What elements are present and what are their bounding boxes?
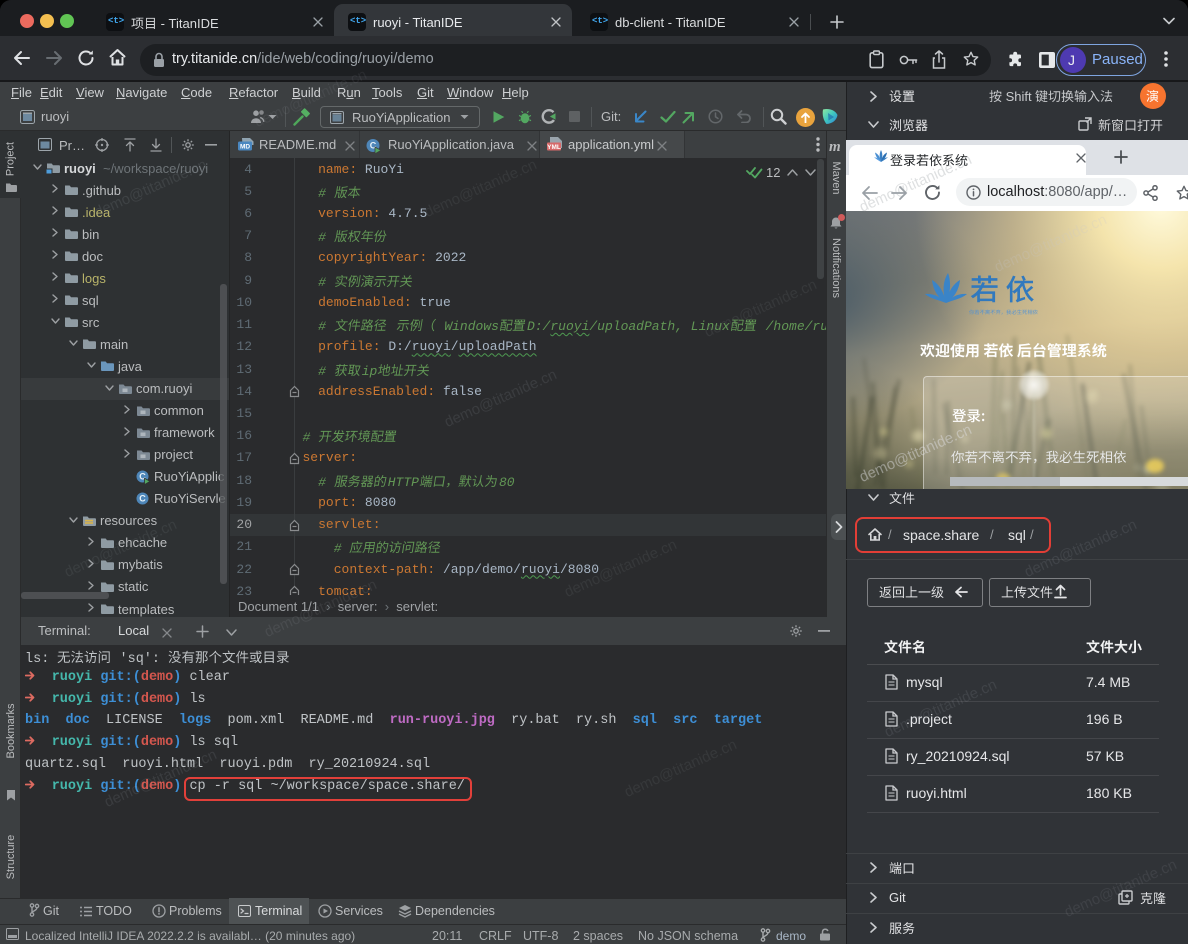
- svg-text:MD: MD: [240, 144, 250, 151]
- svg-text:YML: YML: [547, 144, 561, 151]
- svg-text:C: C: [139, 493, 146, 503]
